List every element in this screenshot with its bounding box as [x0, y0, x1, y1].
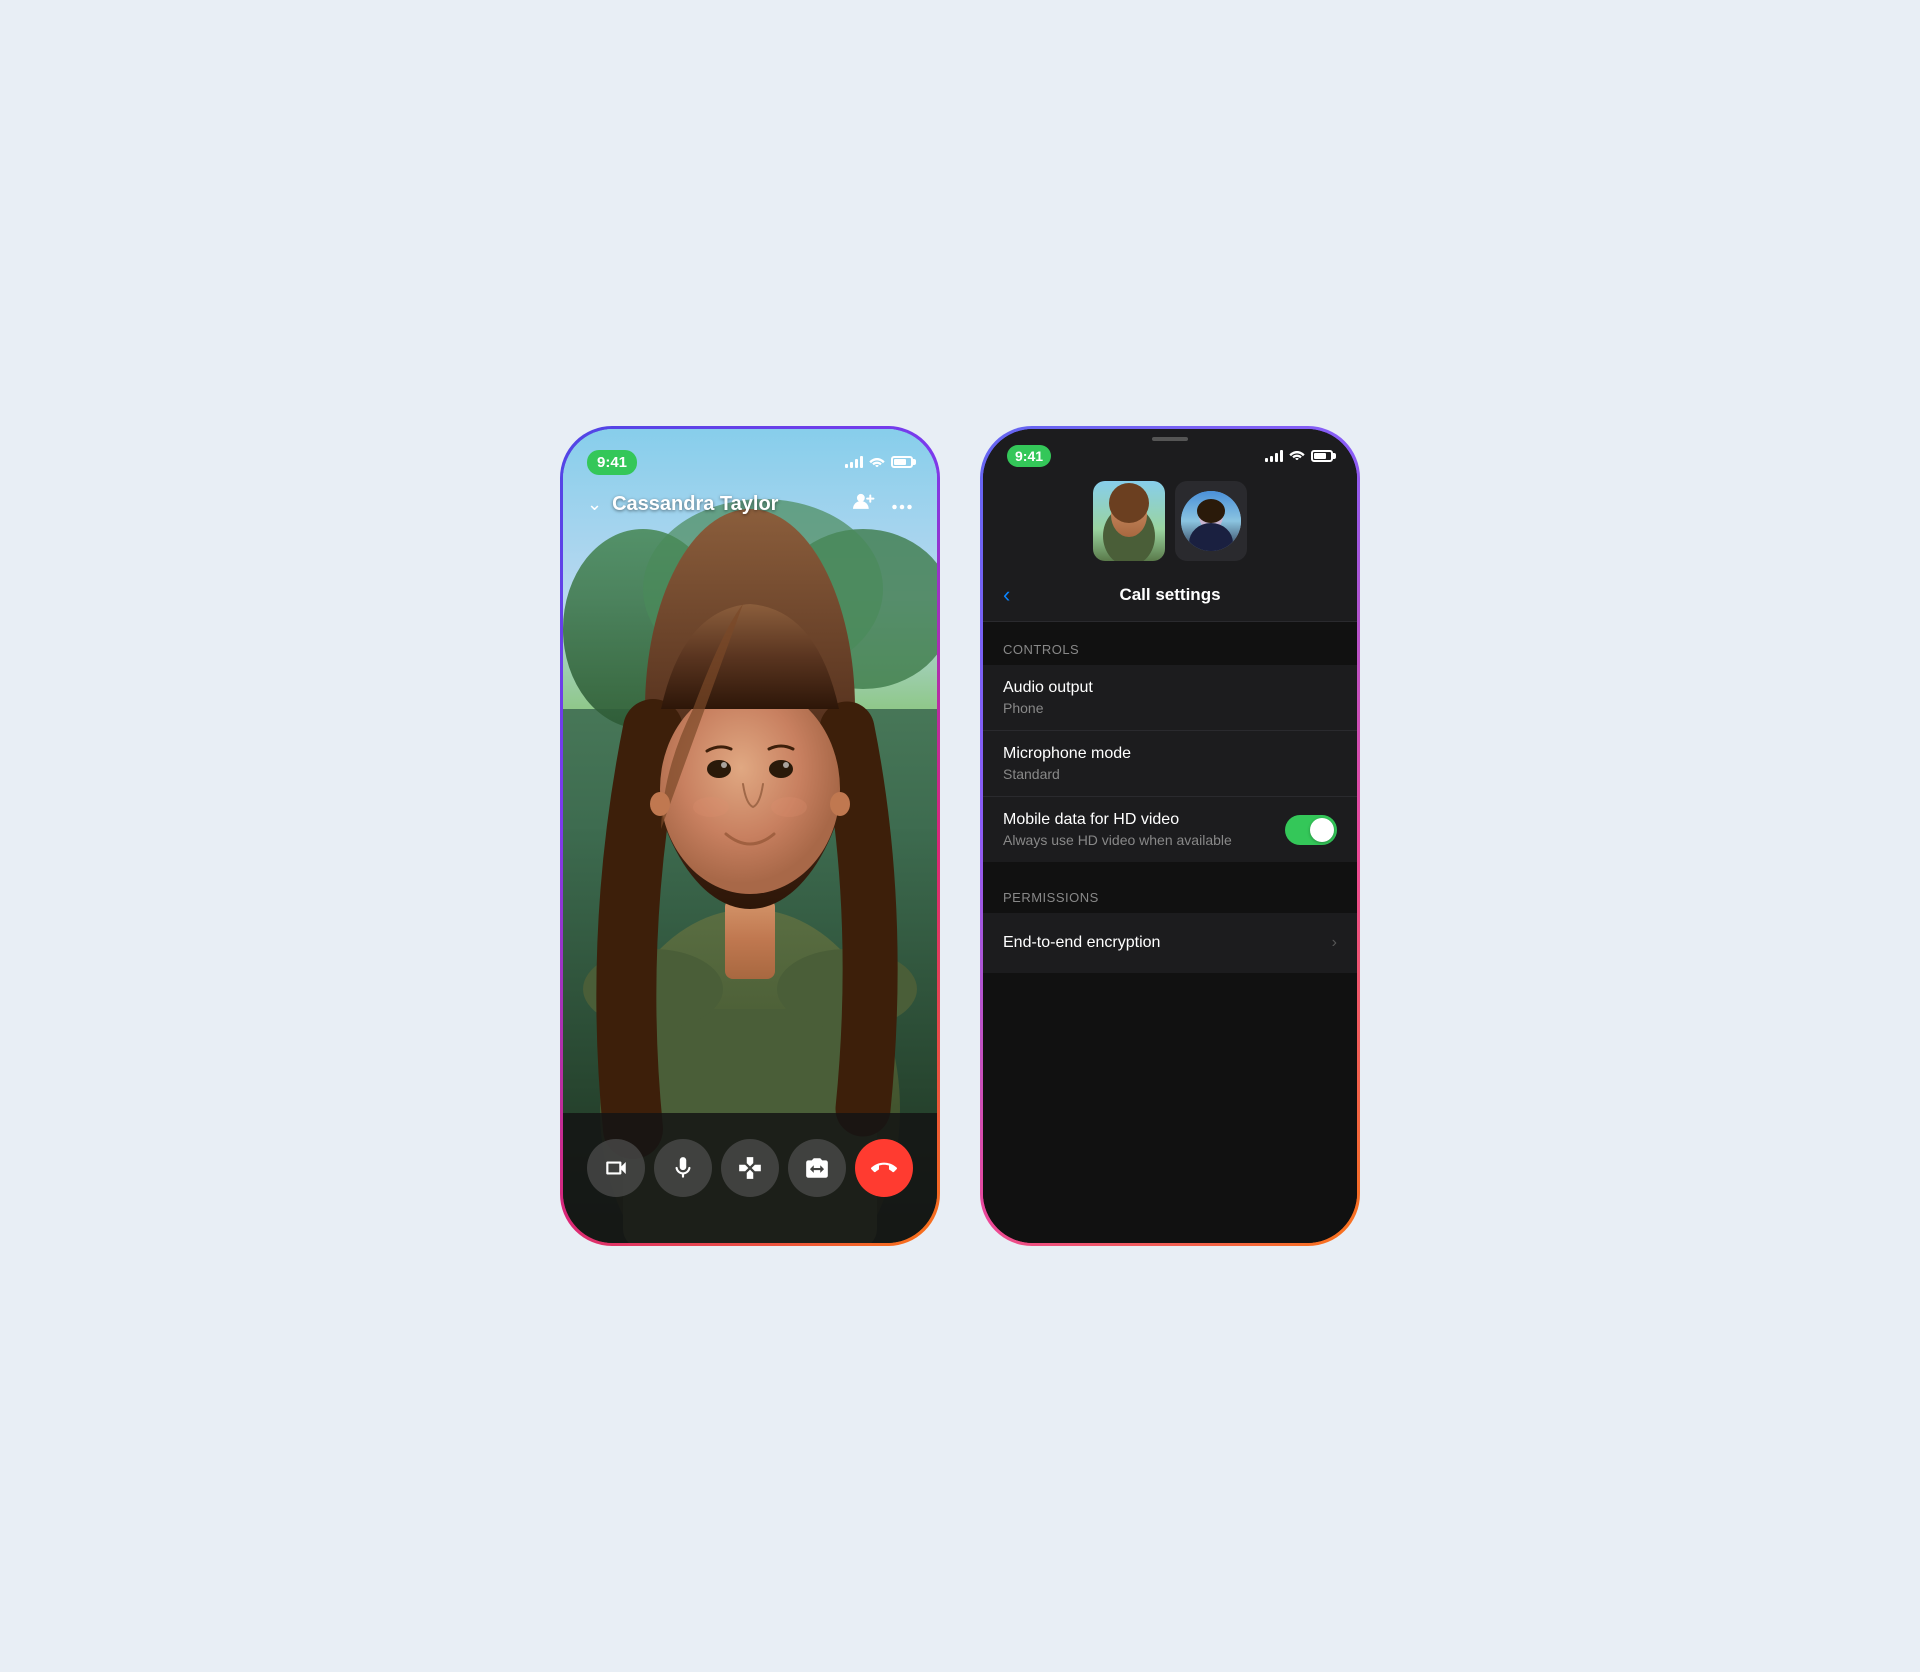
status-time-left: 9:41 [587, 450, 637, 475]
microphone-mode-title: Microphone mode [1003, 745, 1131, 763]
thumb-1 [1093, 481, 1165, 561]
call-name-container: ⌄ Cassandra Taylor [587, 493, 778, 516]
effects-button[interactable] [721, 1139, 779, 1197]
audio-output-item[interactable]: Audio output Phone [983, 665, 1357, 731]
settings-header: ‹ Call settings [983, 573, 1357, 622]
battery-fill [894, 459, 906, 465]
signal-icon-right [1265, 450, 1283, 462]
settings-screen: 9:41 [983, 429, 1357, 1243]
microphone-mode-subtitle: Standard [1003, 766, 1131, 782]
wifi-icon-right [1289, 447, 1305, 465]
thumb-2-svg [1181, 491, 1241, 551]
end-call-button[interactable] [855, 1139, 913, 1197]
signal-bar-1 [845, 464, 848, 468]
microphone-mode-item[interactable]: Microphone mode Standard [983, 731, 1357, 797]
video-call-background: 9:41 [563, 429, 937, 1243]
video-button[interactable] [587, 1139, 645, 1197]
thumb-1-svg [1093, 481, 1165, 561]
settings-content: Controls Audio output Phone M [983, 622, 1357, 1243]
left-phone-inner: 9:41 [563, 429, 937, 1243]
hd-video-toggle[interactable] [1285, 815, 1337, 845]
audio-output-title: Audio output [1003, 679, 1093, 697]
right-phone-frame: 9:41 [980, 426, 1360, 1246]
signal-bar-4 [860, 456, 863, 468]
mute-button[interactable] [654, 1139, 712, 1197]
call-actions [853, 491, 913, 517]
battery-icon [891, 456, 913, 468]
controls-section-header: Controls [983, 622, 1357, 665]
settings-title: Call settings [1119, 585, 1220, 605]
status-icons-left [845, 454, 913, 470]
microphone-mode-left: Microphone mode Standard [1003, 745, 1131, 782]
chevron-down-icon[interactable]: ⌄ [587, 494, 602, 515]
hd-video-left: Mobile data for HD video Always use HD v… [1003, 811, 1232, 848]
hd-video-item[interactable]: Mobile data for HD video Always use HD v… [983, 797, 1357, 862]
battery-fill-right [1314, 453, 1326, 459]
audio-output-left: Audio output Phone [1003, 679, 1093, 716]
page-container: 9:41 [560, 426, 1360, 1246]
chevron-right-icon: › [1332, 934, 1337, 952]
camera-flip-button[interactable] [788, 1139, 846, 1197]
controls-group: Audio output Phone Microphone mode Stand… [983, 665, 1357, 862]
signal-bar-r4 [1280, 450, 1283, 462]
signal-bar-3 [855, 459, 858, 468]
e2e-left: End-to-end encryption [1003, 934, 1160, 952]
permissions-section-header: Permissions [983, 870, 1357, 913]
video-thumbnails [1093, 481, 1247, 561]
hd-video-subtitle: Always use HD video when available [1003, 832, 1232, 848]
audio-output-subtitle: Phone [1003, 700, 1093, 716]
signal-icon [845, 456, 863, 468]
thumbnails-bar: 9:41 [983, 429, 1357, 573]
e2e-title: End-to-end encryption [1003, 934, 1160, 952]
hd-video-title: Mobile data for HD video [1003, 811, 1232, 829]
battery-icon-right [1311, 450, 1333, 462]
call-header: ⌄ Cassandra Taylor [563, 481, 937, 527]
wifi-icon [869, 454, 885, 470]
status-time-right: 9:41 [1007, 445, 1051, 467]
back-button[interactable]: ‹ [1003, 582, 1010, 608]
status-icons-right [1265, 447, 1333, 465]
signal-bar-r2 [1270, 456, 1273, 462]
permissions-group: End-to-end encryption › [983, 913, 1357, 973]
signal-bar-r1 [1265, 458, 1268, 462]
right-phone-inner: 9:41 [983, 429, 1357, 1243]
signal-bar-2 [850, 462, 853, 468]
status-bar-left: 9:41 [563, 429, 937, 481]
more-options-icon[interactable] [891, 493, 913, 516]
thumb-2-avatar [1181, 491, 1241, 551]
call-controls [563, 1113, 937, 1243]
toggle-knob [1310, 818, 1334, 842]
thumb-2-container [1175, 481, 1247, 561]
left-phone-frame: 9:41 [560, 426, 940, 1246]
signal-bar-r3 [1275, 453, 1278, 462]
add-person-icon[interactable] [853, 491, 875, 517]
caller-name: Cassandra Taylor [612, 493, 778, 516]
e2e-encryption-item[interactable]: End-to-end encryption › [983, 913, 1357, 973]
